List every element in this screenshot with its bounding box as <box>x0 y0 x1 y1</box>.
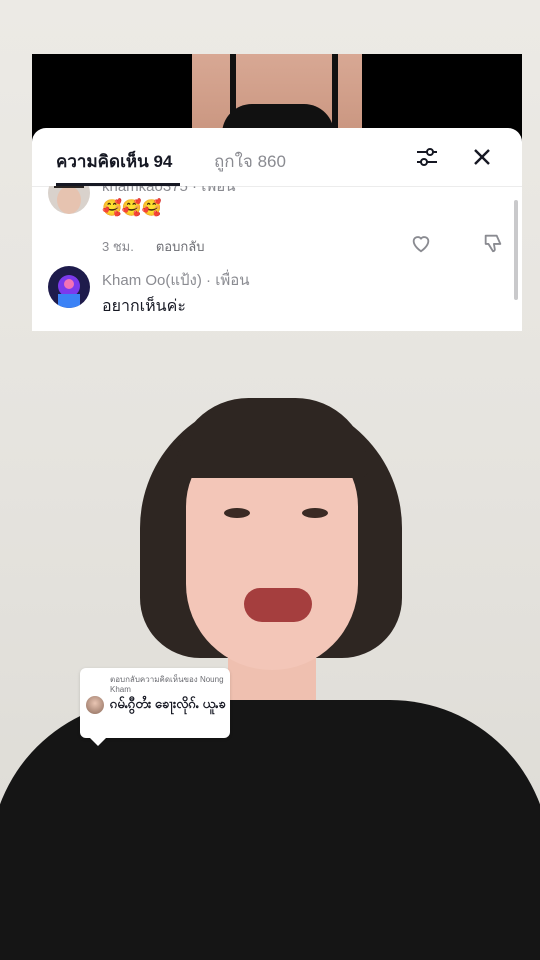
comment-time: 3 ชม. <box>102 239 134 254</box>
comment-text: 🥰🥰🥰 <box>102 200 162 217</box>
person-shirt <box>0 700 540 960</box>
heart-icon[interactable] <box>410 232 432 254</box>
avatar <box>86 696 104 714</box>
comment-author[interactable]: Kham Oo(แป้ง) · เพื่อน <box>102 268 249 292</box>
reply-button[interactable]: ตอบกลับ <box>156 239 205 254</box>
sticker-header: ตอบกลับความคิดเห็นของ Noung Kham <box>110 675 224 694</box>
tab-comments[interactable]: ความคิดเห็น 94 <box>56 148 172 175</box>
dislike-icon[interactable] <box>482 330 504 331</box>
comment-meta: 3 ชม. ตอบกลับ <box>102 236 204 257</box>
avatar[interactable] <box>48 186 90 214</box>
reply-comment-sticker[interactable]: ตอบกลับความคิดเห็นของ Noung Kham ၵမ်ႉၵွီ… <box>80 668 230 746</box>
person-eye-right <box>302 508 328 518</box>
sticker-text: ၵမ်ႉၵွီတႆး ၶေႃးလိုၵ်ႉ ယူႉၶ <box>110 696 226 711</box>
comment-author[interactable]: khamkao375 · เพื่อน <box>102 186 236 198</box>
heart-icon[interactable] <box>410 330 432 331</box>
clip-video-straps <box>230 54 338 128</box>
tab-likes[interactable]: ถูกใจ 860 <box>214 148 286 175</box>
embedded-video-clip: ความคิดเห็น 94 ถูกใจ 860 khamkao375 · เพ… <box>32 54 522 331</box>
person-mouth <box>244 588 312 622</box>
filter-icon[interactable] <box>414 144 440 170</box>
close-icon[interactable] <box>469 144 495 170</box>
dislike-icon[interactable] <box>482 232 504 254</box>
person-eye-left <box>224 508 250 518</box>
comments-list[interactable]: khamkao375 · เพื่อน 🥰🥰🥰 3 ชม. ตอบกลับ Kha… <box>32 186 522 331</box>
comments-scrollbar[interactable] <box>514 200 518 300</box>
avatar[interactable] <box>48 266 90 308</box>
comment-text: อยากเห็นค่ะ <box>102 298 186 315</box>
comments-panel: ความคิดเห็น 94 ถูกใจ 860 khamkao375 · เพ… <box>32 128 522 331</box>
comments-tab-bar: ความคิดเห็น 94 ถูกใจ 860 <box>32 128 522 187</box>
